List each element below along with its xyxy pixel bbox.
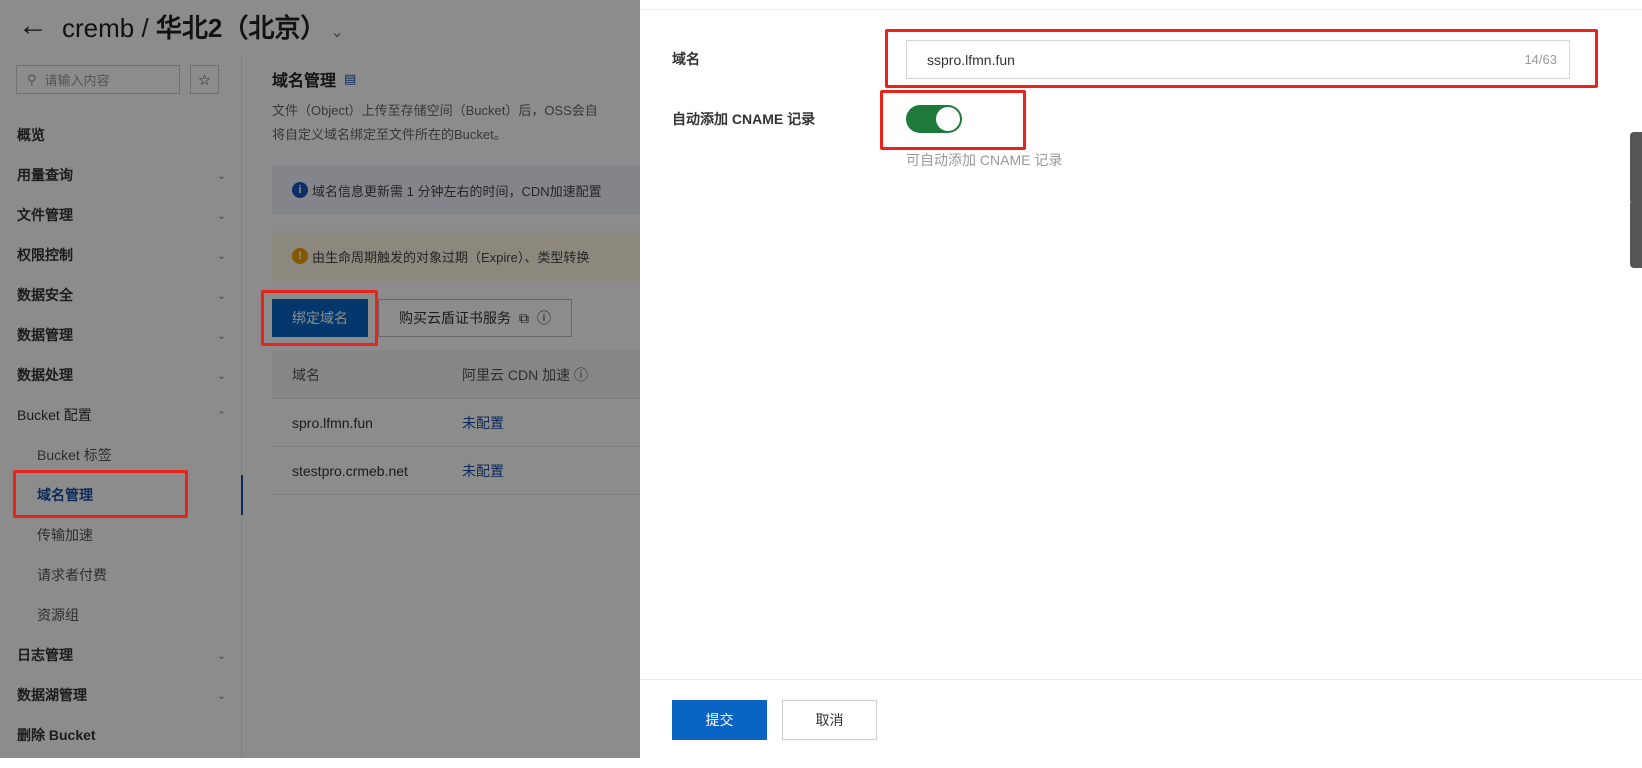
bind-domain-drawer: 域名 14/63 自动添加 CNAME 记录 可自动添加 CNAME 记录 提交… — [640, 0, 1642, 758]
domain-label: 域名 — [672, 51, 700, 67]
domain-field[interactable]: 14/63 — [906, 40, 1570, 79]
domain-input[interactable] — [927, 51, 1447, 68]
cname-toggle[interactable] — [906, 105, 962, 133]
cname-hint: 可自动添加 CNAME 记录 — [906, 152, 1063, 168]
char-counter: 14/63 — [1524, 52, 1557, 67]
page: ← cremb / 华北2（北京） ⌄ ⚲ 请输入内容 ☆ 概览 用量查询 ⌄ 文件… — [0, 0, 1642, 768]
cancel-button[interactable]: 取消 — [782, 700, 877, 740]
edge-widget[interactable] — [1630, 132, 1642, 204]
modal-overlay[interactable] — [0, 0, 640, 758]
background-console: ← cremb / 华北2（北京） ⌄ ⚲ 请输入内容 ☆ 概览 用量查询 ⌄ 文件… — [0, 0, 640, 758]
edge-widget[interactable] — [1630, 200, 1642, 268]
drawer-footer-divider — [640, 679, 1642, 680]
drawer-divider — [640, 9, 1642, 10]
toggle-knob — [936, 107, 960, 131]
submit-button[interactable]: 提交 — [672, 700, 767, 740]
cname-label: 自动添加 CNAME 记录 — [672, 111, 816, 127]
